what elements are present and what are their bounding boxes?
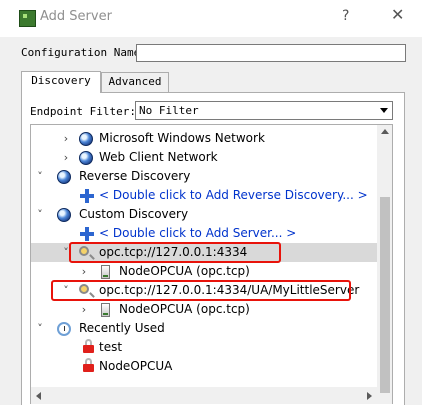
configuration-name-label: Configuration Name [21,46,141,59]
tree-item-recently-used[interactable]: ˅ Recently Used [31,319,377,338]
tree-item-nodeopcua-endpoint[interactable]: › NodeOPCUA (opc.tcp) [31,300,377,319]
tree-item-custom-discovery[interactable]: ˅ Custom Discovery [31,205,377,224]
chevron-right-icon[interactable]: › [61,129,71,148]
server-icon [101,265,110,279]
highlight-box [69,242,281,263]
chevron-right-icon[interactable]: › [79,300,89,319]
horizontal-scrollbar[interactable] [31,387,377,404]
scroll-thumb[interactable] [380,197,390,393]
tree-item-label: < Double click to Add Server... > [99,226,297,240]
tab-advanced[interactable]: Advanced [101,72,169,92]
lock-icon [83,339,94,353]
globe-icon [79,132,93,146]
tab-discovery[interactable]: Discovery [21,71,101,93]
tree-item-test[interactable]: test [31,338,377,357]
server-tree[interactable]: › Microsoft Windows Network › Web Client… [30,124,393,404]
scroll-right-icon[interactable] [367,392,372,400]
tree-item-label: test [99,340,123,354]
app-icon [19,10,36,27]
tree-item-nodeopcua-endpoint[interactable]: › NodeOPCUA (opc.tcp) [31,262,377,281]
vertical-scrollbar[interactable] [377,125,392,404]
scroll-up-icon[interactable] [381,129,389,134]
tree-item-label: Custom Discovery [79,207,189,221]
tree-item-label: Recently Used [79,321,165,335]
endpoint-filter-value: No Filter [139,104,199,117]
window-title: Add Server [40,9,112,24]
plus-icon [80,227,94,241]
tree-item-reverse-discovery[interactable]: ˅ Reverse Discovery [31,167,377,186]
tree-item-label: Web Client Network [99,150,218,164]
scroll-left-icon[interactable] [36,392,41,400]
tree-item-label: Reverse Discovery [79,169,191,183]
chevron-down-icon[interactable] [380,108,388,113]
close-button[interactable]: ✕ [391,5,404,24]
globe-icon [79,151,93,165]
globe-icon [57,170,71,184]
configuration-name-input[interactable] [136,44,406,62]
chevron-down-icon[interactable]: ˅ [35,205,45,224]
clock-icon [57,322,71,336]
tree-item-label: NodeOPCUA (opc.tcp) [119,302,250,316]
help-button[interactable]: ? [342,8,349,24]
endpoint-filter-label: Endpoint Filter: [30,105,136,118]
server-icon [101,303,110,317]
tree-item-label: Microsoft Windows Network [99,131,265,145]
tree-item-add-reverse-discovery[interactable]: < Double click to Add Reverse Discovery.… [31,186,377,205]
tree-item-label: NodeOPCUA (opc.tcp) [119,264,250,278]
tree-item-label: < Double click to Add Reverse Discovery.… [99,188,368,202]
chevron-down-icon[interactable]: ˅ [35,167,45,186]
chevron-right-icon[interactable]: › [79,262,89,281]
chevron-down-icon[interactable]: ˅ [35,319,45,338]
title-bar: Add Server ? ✕ [0,0,422,37]
tree-item-nodeopcua[interactable]: NodeOPCUA [31,357,377,376]
tree-item-microsoft-windows-network[interactable]: › Microsoft Windows Network [31,129,377,148]
tree-item-web-client-network[interactable]: › Web Client Network [31,148,377,167]
plus-icon [80,189,94,203]
chevron-right-icon[interactable]: › [61,148,71,167]
globe-icon [57,208,71,222]
lock-icon [83,358,94,372]
tree-item-label: NodeOPCUA [99,359,173,373]
highlight-box [51,280,351,301]
tree-item-add-server[interactable]: < Double click to Add Server... > [31,224,377,243]
endpoint-filter-select[interactable]: No Filter [135,101,393,120]
